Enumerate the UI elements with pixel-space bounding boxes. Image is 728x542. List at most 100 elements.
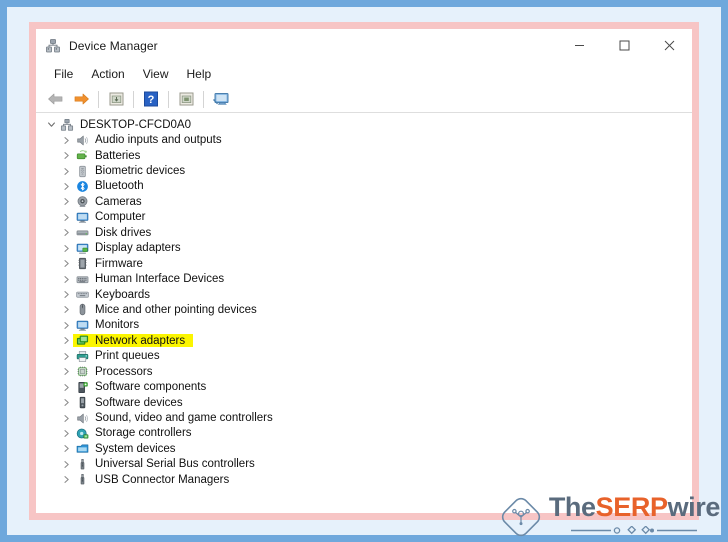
tree-item[interactable]: Display adapters [36, 241, 692, 256]
tree-item-content: Computer [73, 211, 148, 224]
chevron-right-icon[interactable] [59, 167, 73, 176]
tree-item-label: Display adapters [95, 242, 181, 255]
tree-item[interactable]: Monitors [36, 318, 692, 333]
tree-item[interactable]: Software devices [36, 395, 692, 410]
chevron-right-icon[interactable] [59, 414, 73, 423]
tree-item-content: Disk drives [73, 226, 153, 239]
watermark-the: The [548, 492, 596, 522]
chevron-right-icon[interactable] [59, 213, 73, 222]
chevron-right-icon[interactable] [59, 336, 73, 345]
chevron-right-icon[interactable] [59, 444, 73, 453]
computer-root-icon [58, 118, 76, 132]
tree-item-content: Biometric devices [73, 165, 187, 178]
scan-hardware-icon[interactable] [173, 87, 199, 111]
tree-item[interactable]: Sound, video and game controllers [36, 410, 692, 425]
chevron-right-icon[interactable] [59, 197, 73, 206]
tree-item-label: Universal Serial Bus controllers [95, 458, 255, 471]
chevron-right-icon[interactable] [59, 321, 73, 330]
close-button[interactable] [647, 29, 692, 62]
chevron-right-icon[interactable] [59, 136, 73, 145]
properties-icon[interactable] [103, 87, 129, 111]
tree-item[interactable]: Cameras [36, 194, 692, 209]
show-devices-icon[interactable] [208, 87, 234, 111]
tree-item-content: Sound, video and game controllers [73, 412, 275, 425]
tree-item[interactable]: Computer [36, 210, 692, 225]
chevron-down-icon[interactable] [44, 120, 58, 129]
tree-item[interactable]: System devices [36, 441, 692, 456]
toolbar-separator-1 [98, 90, 99, 108]
tree-item-label: Disk drives [95, 226, 152, 239]
biometric-icon [73, 165, 91, 178]
tree-item-label: Software devices [95, 396, 183, 409]
toolbar-separator-3 [168, 90, 169, 108]
menu-item-view[interactable]: View [134, 65, 178, 83]
tree-root-node[interactable]: DESKTOP-CFCD0A0 [36, 117, 692, 132]
monitor-icon [73, 319, 91, 332]
back-arrow-icon[interactable] [42, 87, 68, 111]
tree-item[interactable]: Audio inputs and outputs [36, 132, 692, 147]
tree-item[interactable]: Print queues [36, 349, 692, 364]
toolbar-separator-4 [203, 90, 204, 108]
forward-arrow-icon[interactable] [68, 87, 94, 111]
mouse-icon [73, 303, 91, 316]
minimize-button[interactable] [557, 29, 602, 62]
chevron-right-icon[interactable] [59, 290, 73, 299]
tree-item[interactable]: Mice and other pointing devices [36, 302, 692, 317]
printer-icon [73, 350, 91, 363]
chevron-right-icon[interactable] [59, 151, 73, 160]
keyboard-icon [73, 288, 91, 301]
tree-item-content: Software devices [73, 396, 185, 409]
chevron-right-icon[interactable] [59, 475, 73, 484]
network-adapter-icon [73, 334, 91, 347]
menu-item-action[interactable]: Action [82, 65, 133, 83]
chevron-right-icon[interactable] [59, 305, 73, 314]
menu-item-file[interactable]: File [45, 65, 82, 83]
window-controls [557, 29, 692, 62]
chevron-right-icon[interactable] [59, 182, 73, 191]
tree-item-label: Biometric devices [95, 165, 186, 178]
tree-item-content: Human Interface Devices [73, 273, 226, 286]
chevron-right-icon[interactable] [59, 398, 73, 407]
tree-item[interactable]: Human Interface Devices [36, 271, 692, 286]
tree-item-content: Network adapters [73, 334, 194, 348]
tree-children: Audio inputs and outputs Batteries Biometr… [36, 132, 692, 487]
chevron-right-icon[interactable] [59, 352, 73, 361]
tree-item[interactable]: Network adapters [36, 333, 692, 348]
help-icon[interactable]: ? [138, 87, 164, 111]
tree-item[interactable]: Firmware [36, 256, 692, 271]
chevron-right-icon[interactable] [59, 275, 73, 284]
software-component-icon [73, 381, 91, 394]
watermark: TheSERPwire [500, 494, 720, 540]
tree-item[interactable]: Universal Serial Bus controllers [36, 457, 692, 472]
tree-item[interactable]: Software components [36, 379, 692, 394]
tree-item[interactable]: Biometric devices [36, 163, 692, 178]
tree-item[interactable]: Storage controllers [36, 426, 692, 441]
chevron-right-icon[interactable] [59, 460, 73, 469]
display-adapter-icon [73, 242, 91, 255]
menu-item-help[interactable]: Help [178, 65, 221, 83]
tree-item-label: Batteries [95, 149, 141, 162]
tree-item[interactable]: Bluetooth [36, 179, 692, 194]
chevron-right-icon[interactable] [59, 383, 73, 392]
tree-item-label: Cameras [95, 195, 142, 208]
chevron-right-icon[interactable] [59, 259, 73, 268]
maximize-button[interactable] [602, 29, 647, 62]
tree-item-label: Computer [95, 211, 146, 224]
tree-item[interactable]: Keyboards [36, 287, 692, 302]
tree-item-content: Batteries [73, 149, 142, 162]
tree-item[interactable]: Processors [36, 364, 692, 379]
chevron-right-icon[interactable] [59, 244, 73, 253]
chevron-right-icon[interactable] [59, 429, 73, 438]
tree-item-content: USB Connector Managers [73, 473, 231, 486]
tree-item-label: Network adapters [95, 334, 186, 347]
tree-item[interactable]: USB Connector Managers [36, 472, 692, 487]
tree-item-label: USB Connector Managers [95, 473, 230, 486]
chevron-right-icon[interactable] [59, 228, 73, 237]
firmware-icon [73, 257, 91, 270]
device-tree[interactable]: DESKTOP-CFCD0A0 Audio inputs and outputs… [36, 113, 692, 513]
tree-item[interactable]: Disk drives [36, 225, 692, 240]
tree-item-content: Universal Serial Bus controllers [73, 458, 257, 471]
chevron-right-icon[interactable] [59, 367, 73, 376]
processor-icon [73, 365, 91, 378]
tree-item[interactable]: Batteries [36, 148, 692, 163]
